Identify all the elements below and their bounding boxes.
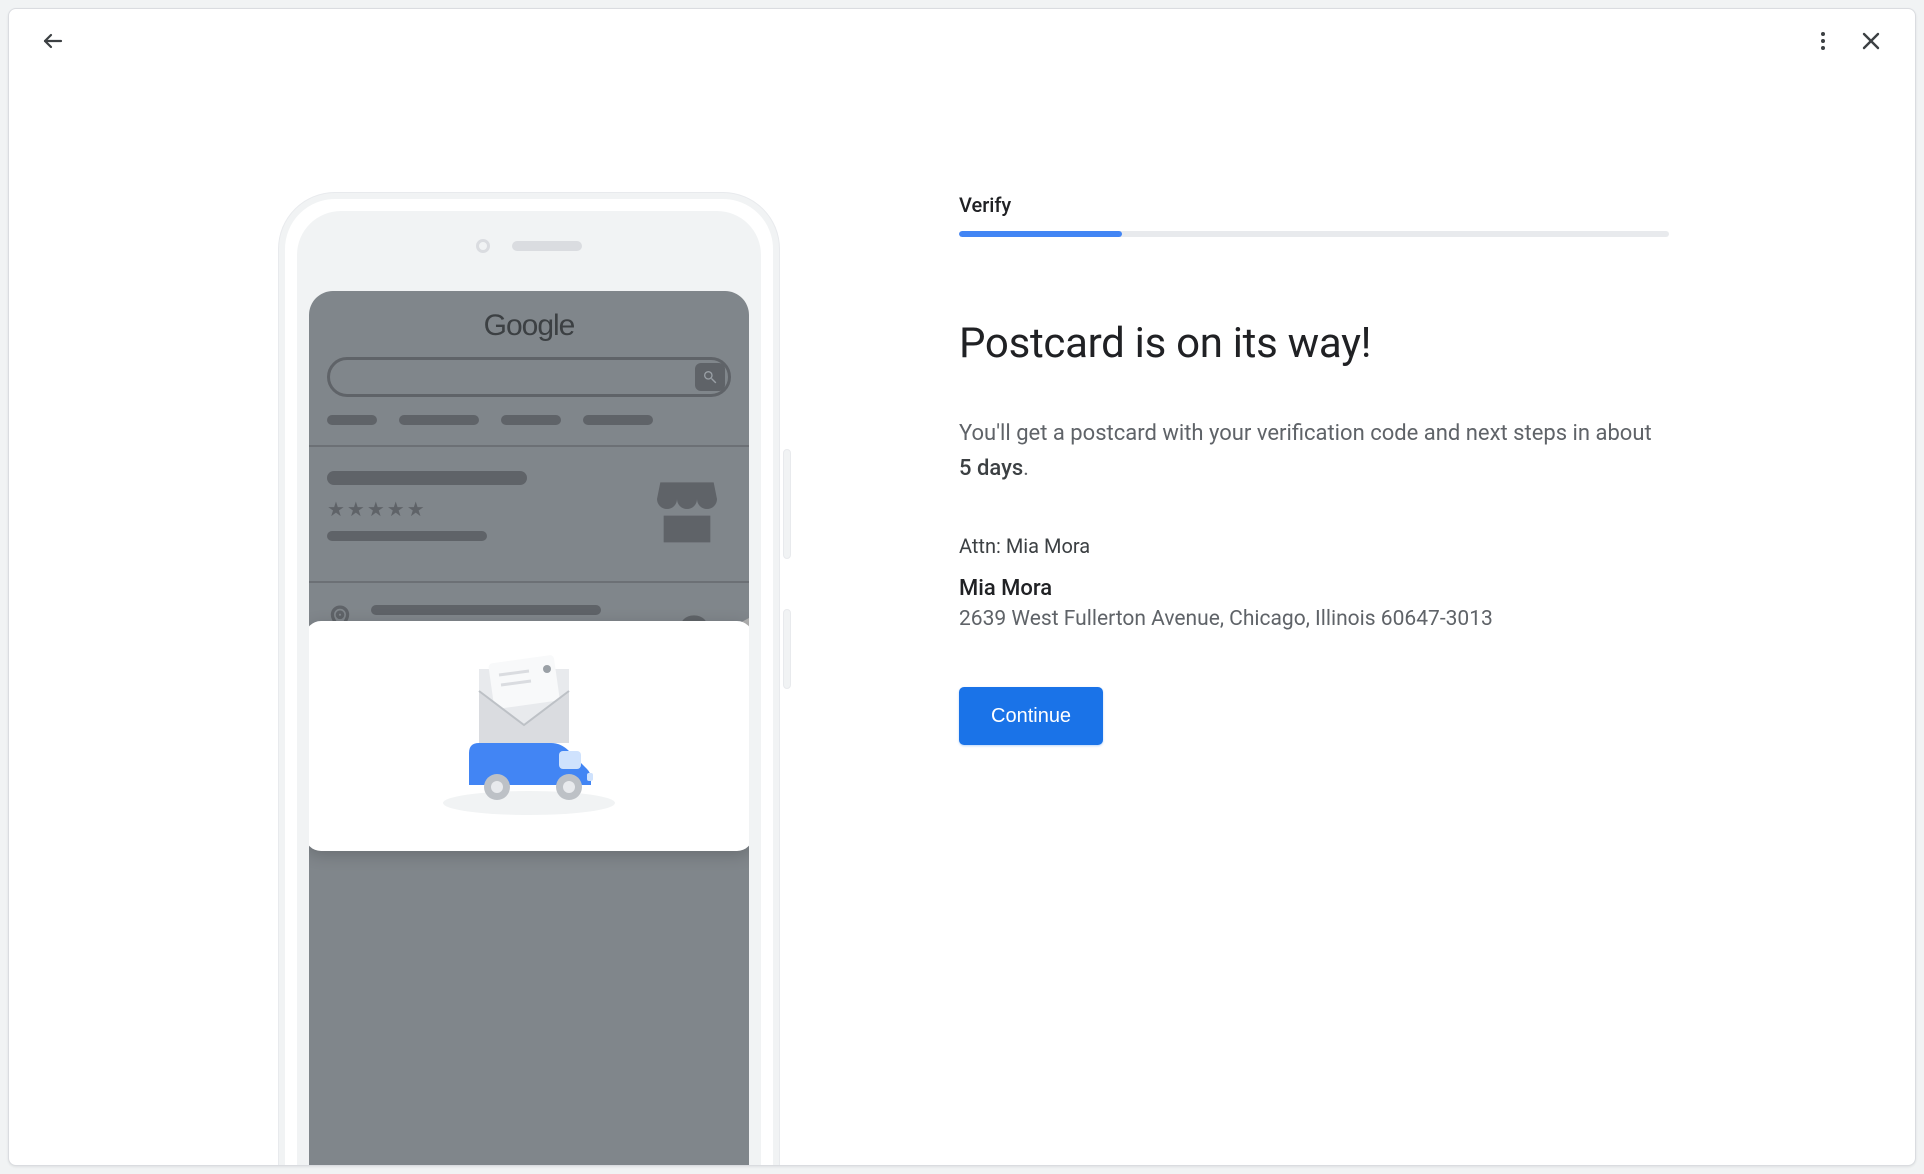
arrow-back-icon — [41, 29, 65, 53]
business-address: 2639 West Fullerton Avenue, Chicago, Ill… — [959, 607, 1669, 631]
progress-bar-fill — [959, 231, 1122, 237]
google-logo: Google — [309, 291, 749, 353]
description: You'll get a postcard with your verifica… — [959, 416, 1669, 486]
more-options-button[interactable] — [1799, 17, 1847, 65]
search-icon — [702, 369, 718, 385]
description-days: 5 days — [959, 456, 1023, 481]
attention-line: Attn: Mia Mora — [959, 534, 1669, 558]
postcard-delivery-illustration — [309, 621, 749, 851]
more-vertical-icon — [1811, 29, 1835, 53]
business-name: Mia Mora — [959, 576, 1669, 601]
description-suffix: . — [1023, 456, 1029, 481]
phone-screen: Google ★★★★★ — [309, 291, 749, 1165]
description-prefix: You'll get a postcard with your verifica… — [959, 421, 1652, 446]
mail-truck-icon — [419, 651, 639, 821]
illustration-column: Google ★★★★★ — [9, 193, 779, 1165]
page-title: Postcard is on its way! — [959, 319, 1669, 368]
top-bar — [9, 9, 1915, 73]
close-button[interactable] — [1847, 17, 1895, 65]
close-icon — [1859, 29, 1883, 53]
main-column: Verify Postcard is on its way! You'll ge… — [959, 193, 1669, 1165]
content-scroll[interactable]: Google ★★★★★ — [9, 73, 1903, 1165]
step-label: Verify — [959, 193, 1669, 217]
modal-card: Google ★★★★★ — [8, 8, 1916, 1166]
phone-mock: Google ★★★★★ — [279, 193, 779, 1165]
back-button[interactable] — [29, 17, 77, 65]
progress-bar — [959, 231, 1669, 237]
continue-button[interactable]: Continue — [959, 687, 1103, 745]
search-bar-mock — [327, 357, 731, 397]
storefront-icon — [647, 469, 727, 549]
